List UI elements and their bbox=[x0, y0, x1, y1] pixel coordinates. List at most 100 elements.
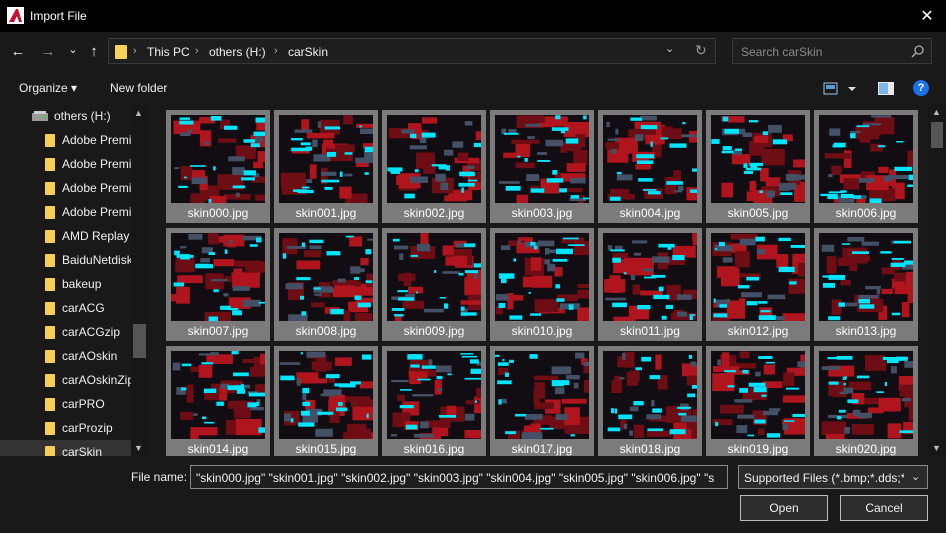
forward-arrow-icon[interactable]: → bbox=[38, 41, 58, 61]
file-tile[interactable]: skin005.jpg bbox=[706, 110, 816, 223]
sidebar-folder-item[interactable]: carProzip bbox=[0, 416, 131, 440]
breadcrumb-separator-icon[interactable]: › bbox=[274, 45, 278, 57]
file-tile[interactable]: skin013.jpg bbox=[814, 228, 924, 341]
chevron-down-icon[interactable]: ⌄ bbox=[911, 470, 920, 483]
file-tile[interactable]: skin002.jpg bbox=[382, 110, 500, 223]
file-tile[interactable]: skin003.jpg bbox=[490, 110, 594, 223]
folder-icon bbox=[45, 422, 55, 435]
sidebar-folder-label: carAOskinZip bbox=[62, 373, 132, 387]
file-tile[interactable]: skin017.jpg bbox=[490, 346, 601, 456]
file-name-label: skin004.jpg bbox=[619, 206, 681, 220]
scroll-down-icon[interactable]: ▼ bbox=[932, 443, 941, 453]
file-tile[interactable]: skin001.jpg bbox=[274, 110, 381, 223]
recent-locations-icon[interactable]: ⌄ bbox=[63, 39, 83, 59]
file-list-scroll-thumb[interactable] bbox=[931, 122, 943, 148]
sidebar-folder-item[interactable]: carPRO bbox=[0, 392, 131, 416]
file-name-label: skin008.jpg bbox=[295, 324, 357, 338]
file-tile[interactable]: skin014.jpg bbox=[166, 346, 288, 456]
file-name-label: skin006.jpg bbox=[835, 206, 897, 220]
file-tile[interactable]: skin009.jpg bbox=[382, 228, 500, 341]
sidebar-folder-item[interactable]: AMD Replay bbox=[0, 224, 131, 248]
address-dropdown-icon[interactable]: ⌄ bbox=[665, 42, 674, 55]
file-tile[interactable]: skin019.jpg bbox=[706, 346, 817, 456]
file-name-label: skin007.jpg bbox=[187, 324, 249, 338]
file-tile[interactable]: skin015.jpg bbox=[274, 346, 378, 456]
file-tile[interactable]: skin008.jpg bbox=[274, 228, 388, 341]
scroll-up-icon[interactable]: ▲ bbox=[134, 108, 143, 118]
scroll-down-icon[interactable]: ▼ bbox=[134, 443, 143, 453]
sidebar-folder-item[interactable]: Adobe Premi bbox=[0, 200, 131, 224]
file-tile[interactable]: skin010.jpg bbox=[490, 228, 601, 341]
sidebar-folder-item[interactable]: Adobe Premi bbox=[0, 152, 131, 176]
folder-icon bbox=[45, 326, 55, 339]
sidebar-folder-item[interactable]: carAOskinZip bbox=[0, 368, 132, 392]
sidebar-folder-item[interactable]: carAOskin bbox=[0, 344, 131, 368]
folder-icon bbox=[45, 134, 55, 147]
address-bar[interactable]: › This PC › others (H:) › carSkin ⌄ ↻ bbox=[108, 38, 716, 64]
breadcrumb-this-pc[interactable]: This PC bbox=[147, 45, 190, 59]
sidebar-folder-label: Adobe Premi bbox=[62, 157, 132, 171]
folder-icon bbox=[45, 398, 55, 411]
file-tile[interactable]: skin018.jpg bbox=[598, 346, 713, 456]
image-thumbnail bbox=[171, 115, 282, 209]
file-tile[interactable]: skin004.jpg bbox=[598, 110, 709, 223]
scroll-up-icon[interactable]: ▲ bbox=[932, 107, 941, 117]
sidebar-folder-item[interactable]: BaiduNetdisk bbox=[0, 248, 132, 272]
window-title: Import File bbox=[30, 9, 87, 23]
file-tile[interactable]: skin012.jpg bbox=[706, 228, 820, 341]
folder-icon bbox=[45, 158, 55, 171]
file-type-select[interactable]: Supported Files (*.bmp;*.dds;*.e ⌄ bbox=[738, 465, 928, 489]
breadcrumb-drive[interactable]: others (H:) bbox=[209, 45, 266, 59]
search-input[interactable]: Search carSkin bbox=[741, 45, 822, 59]
app-icon bbox=[7, 7, 24, 24]
file-tile[interactable]: skin016.jpg bbox=[382, 346, 497, 456]
sidebar-scroll-thumb[interactable] bbox=[133, 324, 146, 358]
sidebar-folder-item[interactable]: Adobe Premi bbox=[0, 128, 131, 152]
breadcrumb-separator-icon[interactable]: › bbox=[195, 45, 199, 57]
open-button[interactable]: Open bbox=[740, 495, 828, 521]
organize-menu-button[interactable]: Organize ▾ bbox=[19, 81, 77, 95]
preview-pane-icon[interactable] bbox=[877, 81, 895, 96]
breadcrumb-separator-icon[interactable]: › bbox=[133, 45, 137, 57]
file-tile[interactable]: skin006.jpg bbox=[814, 110, 923, 223]
help-icon[interactable]: ? bbox=[913, 80, 929, 96]
file-tile[interactable]: skin007.jpg bbox=[166, 228, 271, 341]
folder-icon bbox=[45, 206, 55, 219]
sidebar-folder-item[interactable]: carACGzip bbox=[0, 320, 131, 344]
search-icon[interactable] bbox=[911, 45, 924, 58]
sidebar-folder-item[interactable]: Adobe Premi bbox=[0, 176, 131, 200]
back-arrow-icon[interactable]: ← bbox=[8, 41, 28, 61]
image-thumbnail bbox=[387, 351, 497, 446]
file-tile[interactable]: skin000.jpg bbox=[166, 110, 282, 223]
file-name-label: skin020.jpg bbox=[835, 442, 897, 456]
file-name-label: File name: bbox=[131, 470, 188, 484]
close-button[interactable]: ✕ bbox=[914, 4, 940, 28]
sidebar-scrollbar[interactable] bbox=[131, 104, 148, 456]
view-options-icon[interactable] bbox=[823, 82, 859, 96]
file-name-label: skin018.jpg bbox=[619, 442, 681, 456]
file-tile[interactable]: skin011.jpg bbox=[598, 228, 708, 341]
file-type-value[interactable]: Supported Files (*.bmp;*.dds;*.e bbox=[744, 471, 904, 485]
cancel-button[interactable]: Cancel bbox=[840, 495, 928, 521]
sidebar-drive-label[interactable]: others (H:) bbox=[54, 109, 111, 123]
file-name-label: skin019.jpg bbox=[727, 442, 789, 456]
file-name-input[interactable]: "skin000.jpg" "skin001.jpg" "skin002.jpg… bbox=[190, 465, 728, 489]
image-thumbnail bbox=[711, 233, 820, 330]
sidebar-folder-item[interactable]: carACG bbox=[0, 296, 131, 320]
file-name-label: skin012.jpg bbox=[727, 324, 789, 338]
sidebar-folder-item[interactable]: bakeup bbox=[0, 272, 131, 296]
image-thumbnail bbox=[603, 233, 708, 333]
refresh-icon[interactable]: ↻ bbox=[695, 42, 707, 59]
file-list-view: skin000.jpg skin001.jpg skin002.jpg skin003… bbox=[148, 104, 928, 456]
file-name-label: skin010.jpg bbox=[511, 324, 573, 338]
new-folder-button[interactable]: New folder bbox=[110, 81, 167, 95]
up-arrow-icon[interactable]: ↑ bbox=[84, 41, 104, 61]
file-name-label: skin001.jpg bbox=[295, 206, 357, 220]
file-list-scrollbar[interactable] bbox=[928, 104, 946, 456]
search-box[interactable]: Search carSkin bbox=[732, 38, 932, 64]
file-tile[interactable]: skin020.jpg bbox=[814, 346, 928, 456]
folder-icon bbox=[45, 182, 55, 195]
breadcrumb-folder[interactable]: carSkin bbox=[288, 45, 328, 59]
sidebar-folder-label: carAOskin bbox=[62, 349, 118, 363]
file-name-value[interactable]: "skin000.jpg" "skin001.jpg" "skin002.jpg… bbox=[196, 471, 714, 485]
